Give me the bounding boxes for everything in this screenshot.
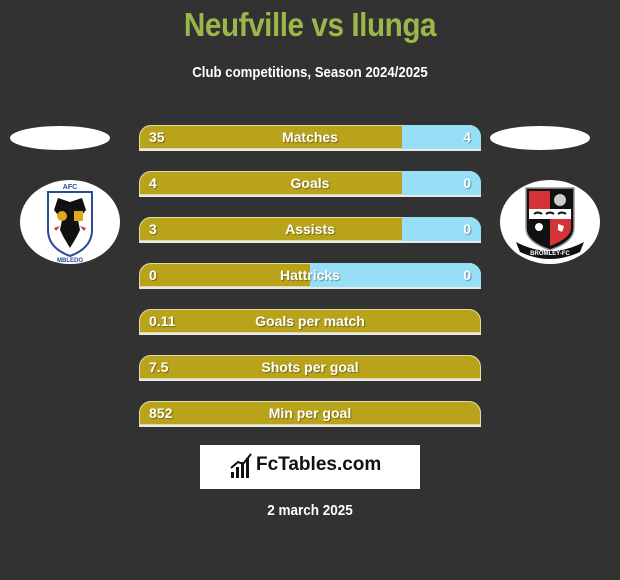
- stat-row: Assists 3 0: [139, 217, 481, 243]
- left-value: 35: [149, 129, 165, 145]
- page-subtitle: Club competitions, Season 2024/2025: [192, 64, 428, 81]
- left-value: 3: [149, 221, 157, 237]
- stat-row: Matches 35 4: [139, 125, 481, 151]
- stat-label: Hattricks: [280, 267, 340, 283]
- right-team-logo[interactable]: BROMLEY-FC: [500, 180, 600, 264]
- left-value: 4: [149, 175, 157, 191]
- right-value: 0: [463, 267, 471, 283]
- stat-row: Min per goal 852: [139, 401, 481, 427]
- left-value: 7.5: [149, 359, 169, 375]
- right-player-pill: [490, 126, 590, 150]
- stat-row: Shots per goal 7.5: [139, 355, 481, 381]
- page-title: Neufville vs Ilunga: [183, 6, 437, 43]
- left-team-logo[interactable]: AFC MBLEDO: [20, 180, 120, 264]
- bromley-fc-crest-icon: BROMLEY-FC: [516, 187, 584, 259]
- right-value: 0: [463, 175, 471, 191]
- right-value: 0: [463, 221, 471, 237]
- match-date: 2 march 2025: [267, 502, 353, 519]
- stat-row: Goals per match 0.11: [139, 309, 481, 335]
- brand-name: FcTables.com: [256, 454, 382, 475]
- stat-label: Min per goal: [268, 405, 352, 421]
- stat-row: Goals 4 0: [139, 171, 481, 197]
- stat-label: Assists: [285, 221, 335, 237]
- fctables-brand[interactable]: FcTables.com: [200, 445, 420, 489]
- svg-text:MBLEDO: MBLEDO: [57, 258, 83, 264]
- logo-text-top: AFC: [63, 184, 77, 191]
- stat-row: Hattricks 0 0: [139, 263, 481, 289]
- left-value: 852: [149, 405, 173, 421]
- right-value: 4: [463, 129, 471, 145]
- stat-label: Shots per goal: [261, 359, 359, 375]
- stat-label: Goals: [290, 175, 330, 191]
- stat-label: Matches: [281, 129, 339, 145]
- bar-chart-icon: [230, 453, 252, 478]
- stat-label: Goals per match: [255, 313, 365, 329]
- left-player-pill: [10, 126, 110, 150]
- left-value: 0.11: [149, 313, 176, 329]
- logo-text-bottom: BROMLEY-FC: [530, 251, 570, 257]
- left-value: 0: [149, 267, 157, 283]
- afc-wimbledon-crest-icon: AFC MBLEDO: [47, 184, 93, 264]
